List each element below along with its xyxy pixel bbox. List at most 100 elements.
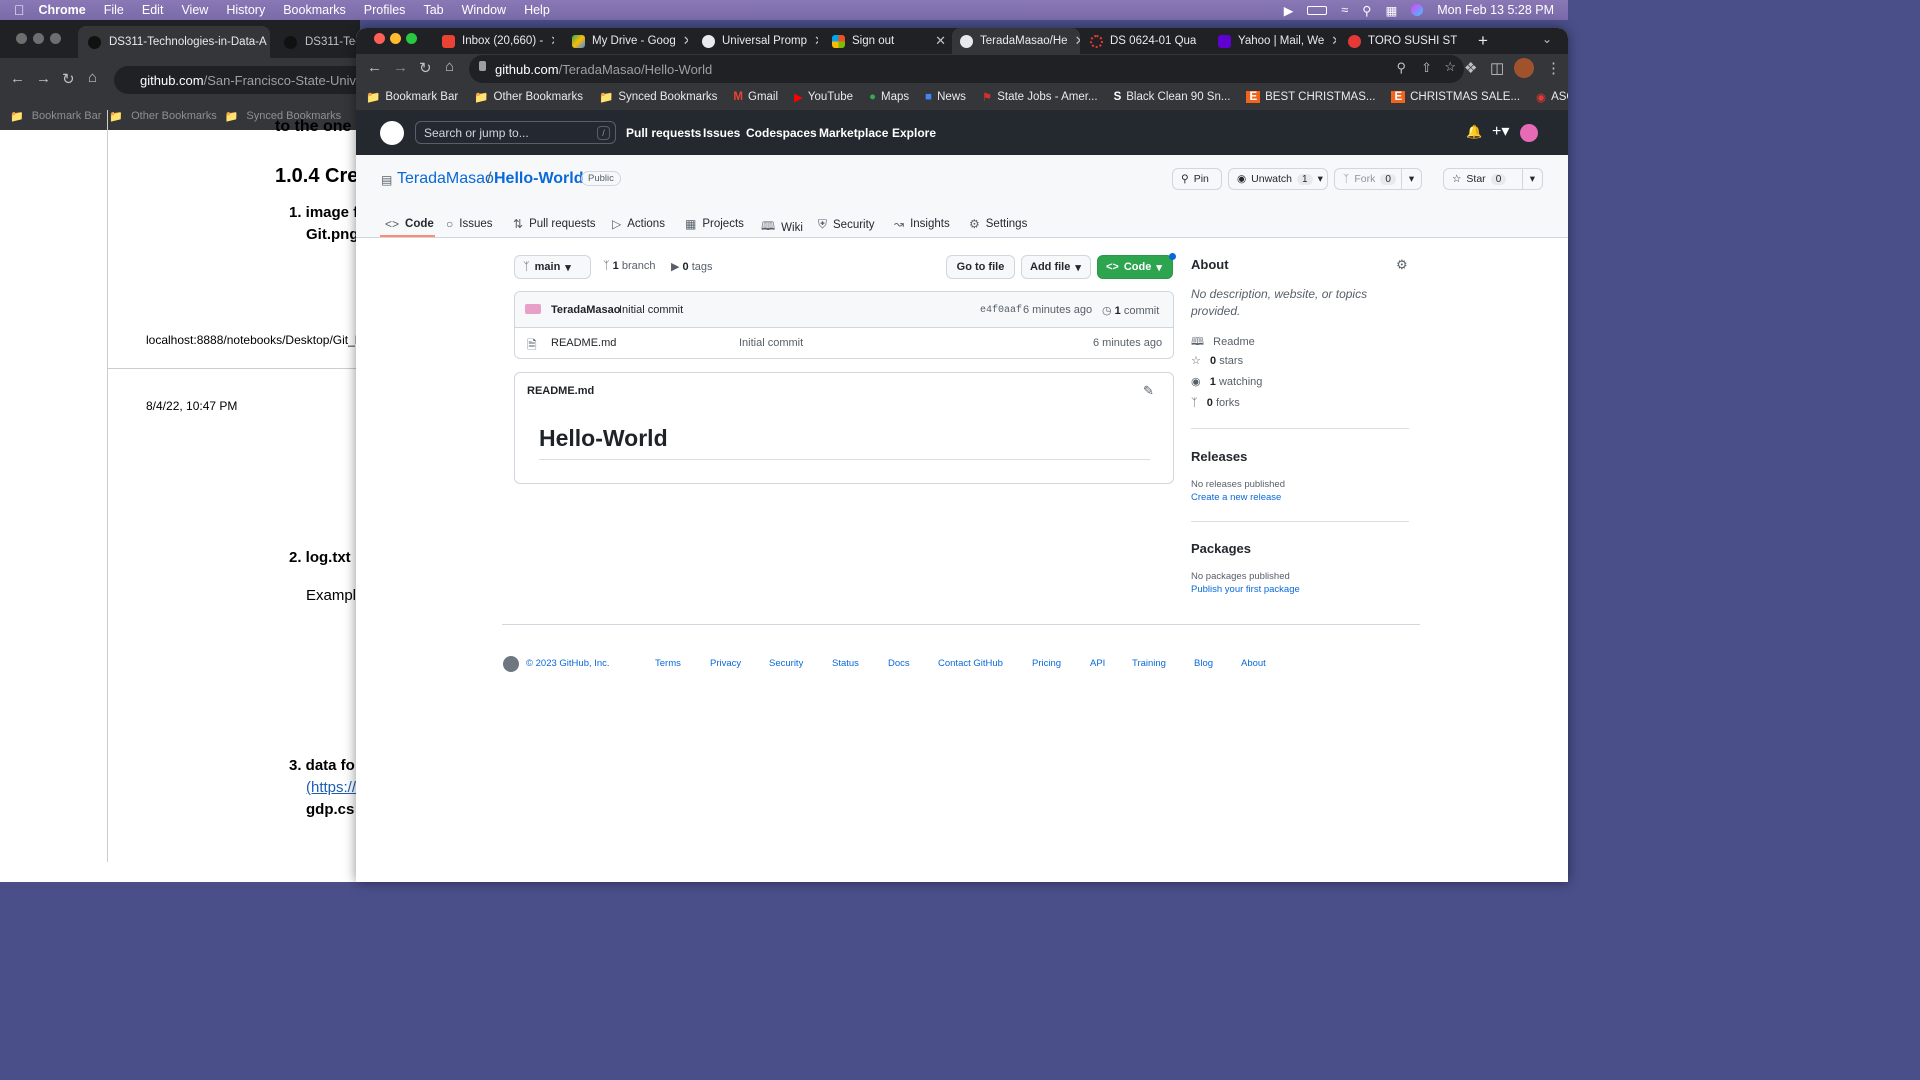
tab-toro-sushi[interactable]: TORO SUSHI ST ✕ bbox=[1348, 28, 1460, 54]
pin-button[interactable]: ⚲ Pin bbox=[1172, 168, 1222, 190]
tab-wiki[interactable]: 🕮 Wiki bbox=[761, 217, 803, 238]
close-window-icon[interactable] bbox=[374, 33, 385, 44]
zoom-magnifier-icon[interactable]: ⚲ bbox=[1396, 60, 1406, 76]
menu-history[interactable]: History bbox=[226, 3, 265, 17]
nav-marketplace[interactable]: Marketplace bbox=[819, 126, 888, 140]
back-tab-2[interactable]: DS311-Tech bbox=[274, 26, 364, 58]
bookmark-black-clean[interactable]: S Black Clean 90 Sn... bbox=[1114, 91, 1231, 103]
menu-help[interactable]: Help bbox=[524, 3, 550, 17]
bookmark-christmas-sale[interactable]: E CHRISTMAS SALE... bbox=[1391, 91, 1520, 103]
go-to-file-button[interactable]: Go to file bbox=[946, 255, 1015, 279]
menu-view[interactable]: View bbox=[181, 3, 208, 17]
about-settings-gear-icon[interactable]: ⚙ bbox=[1396, 257, 1408, 273]
back-arrow-icon[interactable]: ← bbox=[10, 70, 25, 87]
repo-name-link[interactable]: Hello-World bbox=[494, 170, 583, 188]
file-commit-message[interactable]: Initial commit bbox=[739, 337, 803, 349]
create-release-link[interactable]: Create a new release bbox=[1191, 492, 1281, 503]
back-bookmark-2[interactable]: Other Bookmarks bbox=[131, 110, 217, 122]
home-icon[interactable]: ⌂ bbox=[88, 69, 97, 86]
close-tab-icon[interactable]: ✕ bbox=[814, 33, 818, 49]
tab-yahoo[interactable]: Yahoo | Mail, We ✕ bbox=[1218, 28, 1336, 54]
siri-icon[interactable] bbox=[1411, 4, 1424, 16]
nav-pull-requests[interactable]: Pull requests bbox=[626, 126, 701, 140]
close-tab-icon[interactable]: ✕ bbox=[550, 33, 554, 49]
nav-explore[interactable]: Explore bbox=[892, 126, 936, 140]
forward-arrow-icon[interactable]: → bbox=[393, 59, 408, 76]
footer-terms[interactable]: Terms bbox=[655, 658, 681, 669]
user-avatar[interactable] bbox=[1520, 124, 1538, 142]
create-new-plus-icon[interactable]: +▾ bbox=[1492, 121, 1509, 141]
menu-file[interactable]: File bbox=[104, 3, 124, 17]
close-tab-icon[interactable]: ✕ bbox=[1331, 33, 1336, 49]
unwatch-button[interactable]: ◉ Unwatch 1 ▾ bbox=[1228, 168, 1328, 190]
fork-caret-down-icon[interactable]: ▾ bbox=[1400, 169, 1421, 189]
tab-actions[interactable]: ▷ Actions bbox=[612, 217, 665, 231]
control-center-icon[interactable]: ▦ bbox=[1385, 3, 1397, 18]
forward-arrow-icon[interactable]: → bbox=[36, 70, 51, 87]
close-tab-icon[interactable]: ✕ bbox=[683, 33, 688, 49]
github-search-input[interactable]: Search or jump to... / bbox=[415, 121, 616, 144]
menu-profiles[interactable]: Profiles bbox=[364, 3, 406, 17]
tab-settings[interactable]: ⚙ Settings bbox=[969, 217, 1027, 231]
publish-package-link[interactable]: Publish your first package bbox=[1191, 584, 1300, 595]
apple-menu-icon[interactable]:  bbox=[14, 2, 25, 18]
footer-about[interactable]: About bbox=[1241, 658, 1266, 669]
tab-ds0624[interactable]: DS 0624-01 Qua bbox=[1090, 28, 1210, 54]
commit-message[interactable]: Initial commit bbox=[619, 304, 683, 316]
footer-contact[interactable]: Contact GitHub bbox=[938, 658, 1003, 669]
readme-link[interactable]: 🕮 Readme bbox=[1191, 333, 1255, 352]
back-address-bar[interactable]: github.com/San-Francisco-State-Univer bbox=[114, 66, 374, 94]
bookmark-maps[interactable]: ● Maps bbox=[869, 91, 909, 103]
branch-selector[interactable]: ᛉ main ▾ bbox=[514, 255, 591, 279]
tab-universal-prompt[interactable]: Universal Promp ✕ bbox=[702, 28, 818, 54]
lock-icon[interactable] bbox=[479, 61, 486, 71]
add-file-button[interactable]: Add file ▾ bbox=[1021, 255, 1091, 279]
battery-icon[interactable] bbox=[1307, 5, 1328, 15]
menu-clock[interactable]: Mon Feb 13 5:28 PM bbox=[1437, 3, 1554, 17]
profile-avatar[interactable] bbox=[1514, 58, 1534, 78]
reload-icon[interactable]: ↻ bbox=[419, 59, 432, 77]
tab-insights[interactable]: ↝ Insights bbox=[894, 217, 950, 231]
footer-blog[interactable]: Blog bbox=[1194, 658, 1213, 669]
forks-link[interactable]: ᛉ 0 forks bbox=[1191, 397, 1240, 409]
footer-pricing[interactable]: Pricing bbox=[1032, 658, 1061, 669]
address-bar[interactable]: github.com/TeradaMasao/Hello-World ⚲ ⇧ ☆ bbox=[469, 55, 1464, 83]
commit-author[interactable]: TeradaMasao bbox=[551, 304, 621, 316]
extensions-puzzle-icon[interactable]: ❖ bbox=[1464, 59, 1477, 77]
commit-count-link[interactable]: ◷ 1 commit bbox=[1102, 304, 1159, 317]
bookmark-youtube[interactable]: ▶ YouTube bbox=[794, 90, 853, 104]
tab-sign-out[interactable]: Sign out ✕ bbox=[832, 28, 946, 54]
menu-app-name[interactable]: Chrome bbox=[39, 3, 86, 17]
bookmark-synced[interactable]: 📁 Synced Bookmarks bbox=[599, 90, 717, 104]
reload-icon[interactable]: ↻ bbox=[62, 70, 75, 88]
commit-hash[interactable]: e4f0aaf bbox=[980, 305, 1022, 316]
bookmark-other[interactable]: 📁 Other Bookmarks bbox=[474, 90, 583, 104]
star-button[interactable]: ☆ Star 0 ▾ bbox=[1443, 168, 1543, 190]
footer-training[interactable]: Training bbox=[1132, 658, 1166, 669]
close-tab-icon[interactable]: ✕ bbox=[935, 33, 946, 49]
stars-link[interactable]: ☆ 0 stars bbox=[1191, 354, 1243, 367]
footer-security[interactable]: Security bbox=[769, 658, 803, 669]
bookmark-news[interactable]: ■ News bbox=[925, 91, 966, 103]
readme-filename[interactable]: README.md bbox=[527, 385, 594, 397]
play-icon[interactable]: ▶ bbox=[1284, 3, 1294, 18]
menu-tab[interactable]: Tab bbox=[423, 3, 443, 17]
bookmark-star-icon[interactable]: ☆ bbox=[1444, 59, 1456, 75]
bookmark-state-jobs[interactable]: ⚑ State Jobs - Amer... bbox=[982, 90, 1098, 104]
menu-window[interactable]: Window bbox=[462, 3, 506, 17]
wifi-icon[interactable]: ≈ bbox=[1341, 3, 1348, 17]
tab-security[interactable]: ⛨ Security bbox=[818, 217, 875, 232]
tab-gmail[interactable]: Inbox (20,660) - ✕ bbox=[442, 28, 554, 54]
bookmark-gmail[interactable]: M Gmail bbox=[733, 91, 778, 103]
watching-link[interactable]: ◉ 1 watching bbox=[1191, 375, 1262, 388]
code-dropdown-button[interactable]: <> Code ▾ bbox=[1097, 255, 1173, 279]
nav-issues[interactable]: Issues bbox=[703, 126, 740, 140]
tab-issues[interactable]: ○ Issues bbox=[446, 217, 493, 231]
bookmark-best-christmas[interactable]: E BEST CHRISTMAS... bbox=[1246, 91, 1375, 103]
github-logo-icon[interactable] bbox=[380, 121, 404, 145]
back-bookmark-1[interactable]: Bookmark Bar bbox=[32, 110, 102, 122]
zoom-window-icon[interactable] bbox=[406, 33, 417, 44]
menu-bookmarks[interactable]: Bookmarks bbox=[283, 3, 346, 17]
kebab-menu-icon[interactable]: ⋮ bbox=[1546, 59, 1561, 77]
file-row[interactable]: 🗎 README.md Initial commit 6 minutes ago bbox=[515, 328, 1173, 358]
